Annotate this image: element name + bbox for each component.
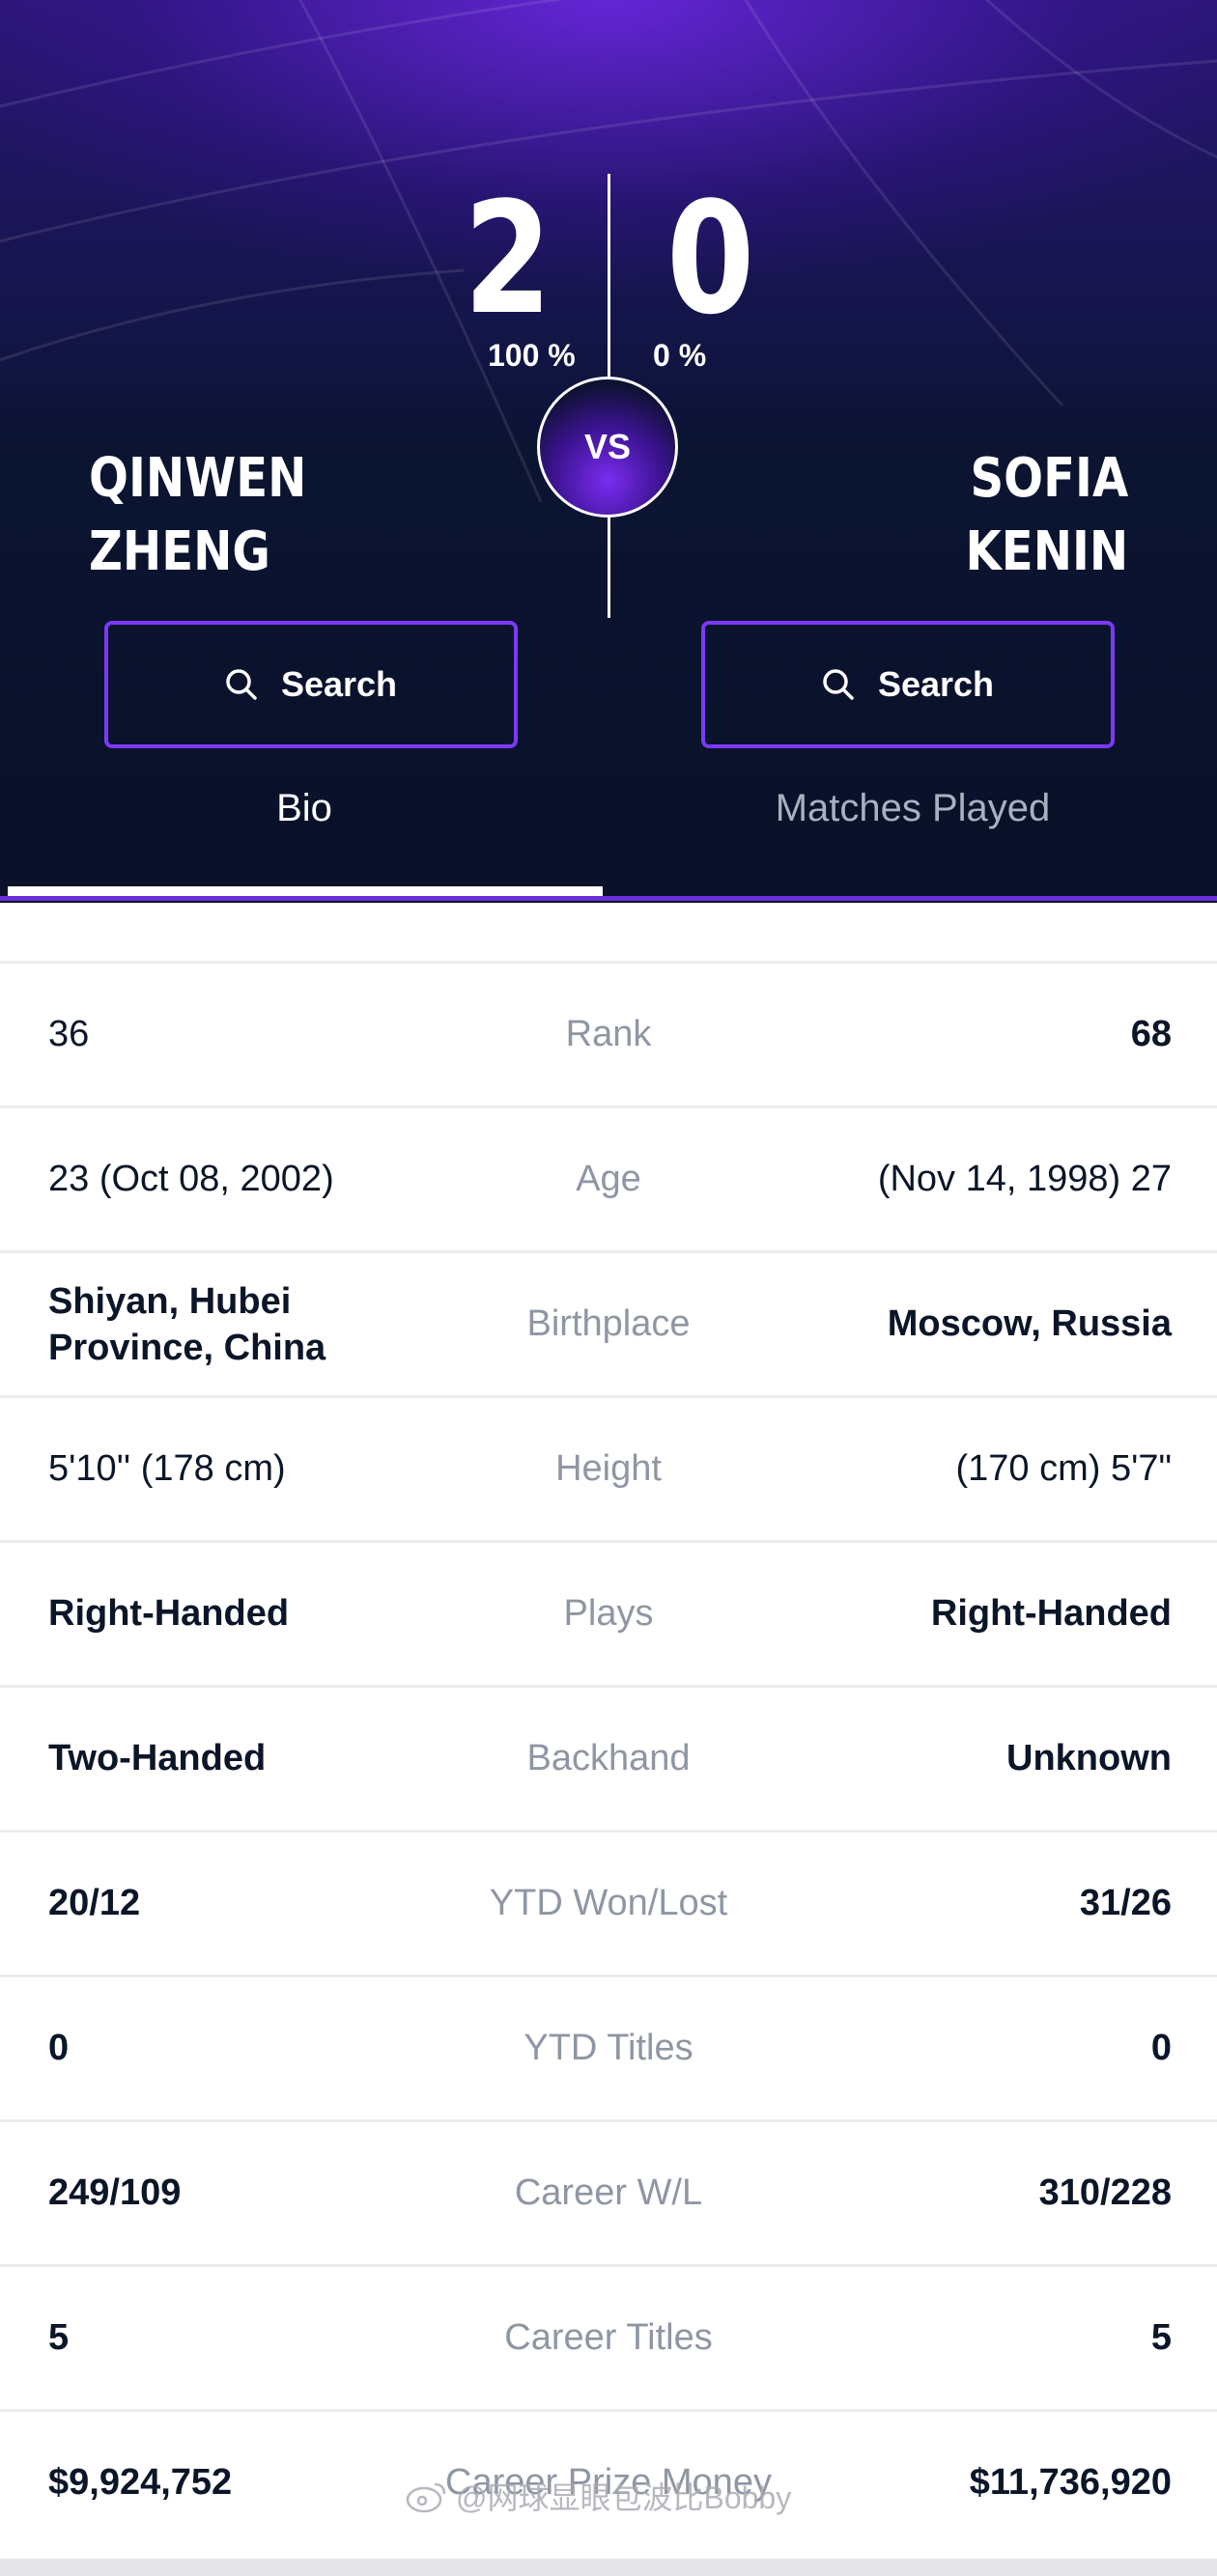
tab-bio[interactable]: Bio <box>0 787 608 854</box>
score-divider-bottom <box>608 516 610 618</box>
head-to-head-header: QINWEN ZHENG SOFIA KENIN 2 0 100 % 0 % V… <box>0 0 1217 903</box>
watermark-text: @网球显眼包波比Bobby <box>456 2480 792 2515</box>
search-icon <box>226 669 257 700</box>
stat-right-value: Right-Handed <box>930 1593 1172 1634</box>
stat-left-value: 5'10'' (178 cm) <box>48 1448 286 1489</box>
stat-label: Height <box>555 1448 662 1489</box>
watermark: @网球显眼包波比Bobby <box>406 2474 791 2518</box>
stat-row-backhand: Two-Handed Backhand Unknown <box>0 1685 1217 1830</box>
stat-left-value: 249/109 <box>48 2172 182 2213</box>
search-button-label: Search <box>877 664 995 704</box>
search-icon <box>823 669 854 700</box>
stat-label: Age <box>576 1159 641 1199</box>
stat-row-career-titles: 5 Career Titles 5 <box>0 2264 1217 2409</box>
search-player-left-button[interactable]: Search <box>104 621 518 748</box>
stat-label: Plays <box>563 1593 654 1634</box>
stat-label: YTD Won/Lost <box>489 1883 728 1923</box>
win-percent-right: 0 % <box>653 338 707 373</box>
stat-label: YTD Titles <box>524 2028 693 2068</box>
stat-left-value: Shiyan, Hubei Province, China <box>48 1280 326 1368</box>
player-left-first-name: QINWEN <box>89 447 307 510</box>
stat-right-value: 0 <box>1150 2028 1172 2068</box>
win-percent-left: 100 % <box>488 338 576 373</box>
stat-row-rank: 36 Rank 68 <box>0 961 1217 1106</box>
stat-right-value: Moscow, Russia <box>887 1303 1172 1344</box>
stat-left-value: 0 <box>48 2028 70 2068</box>
bio-comparison-table: 36 Rank 68 23 (Oct 08, 2002) Age (Nov 14… <box>0 961 1217 2554</box>
player-name-right[interactable]: SOFIA KENIN <box>965 442 1128 589</box>
player-name-left[interactable]: QINWEN ZHENG <box>89 442 306 589</box>
stat-left-value: Two-Handed <box>48 1738 267 1778</box>
stat-right-value: 5 <box>1150 2317 1172 2358</box>
stat-label: Career Titles <box>504 2317 713 2358</box>
stat-label: Birthplace <box>526 1303 691 1344</box>
stat-right-value: $11,736,920 <box>969 2462 1172 2503</box>
score-divider-top <box>608 174 610 378</box>
stat-left-value: $9,924,752 <box>48 2462 233 2503</box>
stat-right-value: 310/228 <box>1038 2172 1172 2213</box>
stat-row-ytd-won-lost: 20/12 YTD Won/Lost 31/26 <box>0 1830 1217 1974</box>
stat-row-age: 23 (Oct 08, 2002) Age (Nov 14, 1998) 27 <box>0 1106 1217 1250</box>
stat-row-plays: Right-Handed Plays Right-Handed <box>0 1540 1217 1685</box>
stat-right-value: Unknown <box>1006 1738 1172 1778</box>
vs-badge: VS <box>537 377 678 518</box>
stat-label: Rank <box>565 1014 652 1054</box>
stat-row-height: 5'10'' (178 cm) Height (170 cm) 5'7" <box>0 1395 1217 1540</box>
player-right-first-name: SOFIA <box>970 447 1128 510</box>
score-right: 0 <box>666 168 755 349</box>
stat-left-value: 20/12 <box>48 1883 141 1923</box>
stat-row-birthplace: Shiyan, Hubei Province, China Birthplace… <box>0 1250 1217 1395</box>
stat-right-value: 31/26 <box>1079 1883 1172 1923</box>
stat-left-value: 23 (Oct 08, 2002) <box>48 1159 334 1199</box>
stat-left-value: Right-Handed <box>48 1593 290 1634</box>
search-button-label: Search <box>280 664 398 704</box>
bottom-edge <box>0 2559 1217 2576</box>
tab-matches-played[interactable]: Matches Played <box>608 787 1217 854</box>
stat-right-value: (Nov 14, 1998) 27 <box>877 1159 1172 1199</box>
header-bottom-rule <box>0 896 1217 901</box>
stat-label: Career W/L <box>514 2172 703 2213</box>
stat-row-ytd-titles: 0 YTD Titles 0 <box>0 1974 1217 2119</box>
player-left-last-name: ZHENG <box>89 520 270 583</box>
weibo-logo-icon <box>406 2482 446 2513</box>
active-tab-indicator <box>8 886 603 896</box>
player-photo-zheng <box>132 116 331 502</box>
stat-left-value: 5 <box>48 2317 70 2358</box>
stat-right-value: 68 <box>1130 1014 1172 1054</box>
player-right-last-name: KENIN <box>965 520 1128 583</box>
score-left: 2 <box>464 168 552 349</box>
search-player-right-button[interactable]: Search <box>701 621 1115 748</box>
stat-right-value: (170 cm) 5'7" <box>955 1448 1173 1489</box>
stat-label: Backhand <box>526 1738 691 1778</box>
stat-left-value: 36 <box>48 1014 90 1054</box>
stat-row-career-wl: 249/109 Career W/L 310/228 <box>0 2119 1217 2264</box>
